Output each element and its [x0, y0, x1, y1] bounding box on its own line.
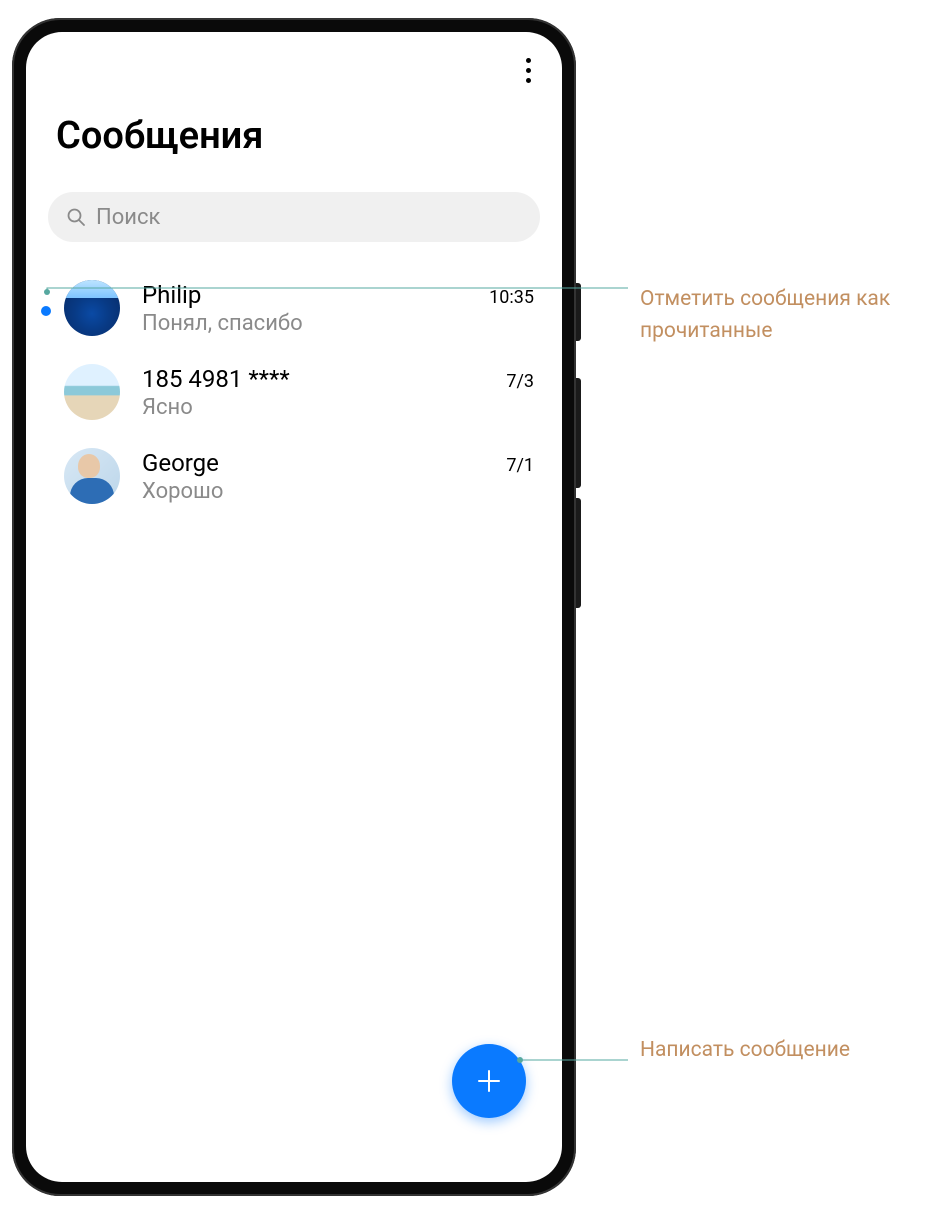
conversation-content: Philip 10:35 Понял, спасибо — [142, 281, 534, 336]
message-preview: Хорошо — [142, 479, 534, 504]
avatar — [64, 448, 120, 504]
annotation-mark-read: Отметить сообщения как прочитанные — [640, 284, 900, 347]
contact-name: Philip — [142, 281, 201, 309]
search-placeholder: Поиск — [96, 205, 160, 230]
unread-indicator-icon — [41, 306, 51, 316]
search-input[interactable]: Поиск — [48, 192, 540, 242]
conversation-row[interactable]: 185 4981 **** 7/3 Ясно — [26, 350, 562, 434]
avatar — [64, 364, 120, 420]
contact-name: George — [142, 449, 219, 477]
message-preview: Ясно — [142, 395, 534, 420]
timestamp: 10:35 — [489, 287, 534, 308]
phone-side-button — [576, 498, 581, 608]
screen: Сообщения Поиск Philip 10:35 Понял, спас… — [26, 32, 562, 1182]
status-bar — [26, 32, 562, 80]
message-preview: Понял, спасибо — [142, 311, 534, 336]
phone-frame: Сообщения Поиск Philip 10:35 Понял, спас… — [12, 18, 576, 1196]
search-icon — [66, 207, 86, 227]
conversation-row[interactable]: George 7/1 Хорошо — [26, 434, 562, 518]
timestamp: 7/1 — [506, 455, 534, 476]
annotation-compose: Написать сообщение — [640, 1035, 900, 1067]
contact-name: 185 4981 **** — [142, 365, 290, 393]
conversation-content: 185 4981 **** 7/3 Ясно — [142, 365, 534, 420]
phone-side-button — [576, 283, 581, 341]
plus-icon — [475, 1067, 503, 1095]
compose-button[interactable] — [452, 1044, 526, 1118]
phone-side-button — [576, 378, 581, 488]
timestamp: 7/3 — [506, 371, 534, 392]
conversation-row[interactable]: Philip 10:35 Понял, спасибо — [26, 266, 562, 350]
avatar — [64, 280, 120, 336]
conversation-content: George 7/1 Хорошо — [142, 449, 534, 504]
page-title: Сообщения — [26, 80, 562, 192]
